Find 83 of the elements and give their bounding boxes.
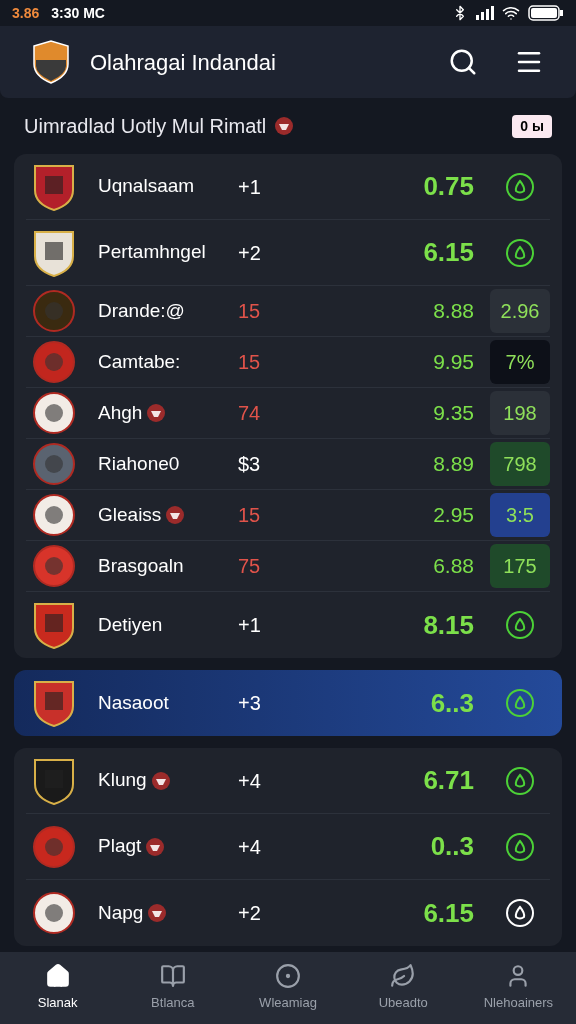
team-row[interactable]: Detiyen +1 8.15 — [26, 592, 550, 658]
team-row[interactable]: Napg +2 6.15 — [26, 880, 550, 946]
score: 9.95 — [433, 349, 474, 376]
rank-change: +1 — [238, 613, 262, 638]
rank-change: 15 — [238, 299, 262, 324]
team-row[interactable]: Riahone0 $3 8.89 798 — [26, 439, 550, 490]
score: 9.35 — [433, 400, 474, 427]
record-icon — [275, 963, 301, 990]
section-title: Uimradlad Uotly Mul Rimatl — [24, 114, 267, 139]
rank-change: +2 — [238, 240, 262, 266]
emblem-icon — [274, 116, 295, 136]
app-title: Olahragai Indandai — [90, 48, 277, 77]
wifi-icon — [502, 4, 520, 22]
score: 0.75 — [423, 170, 474, 203]
value-badge: 3:5 — [490, 493, 550, 537]
nav-tab[interactable]: Ubeadto — [345, 963, 461, 1013]
home-icon — [44, 963, 71, 990]
value-badge: 175 — [490, 544, 550, 588]
rank-change: $3 — [238, 452, 262, 477]
value-badge: 2.96 — [490, 289, 550, 333]
team-row[interactable]: Klung +4 6.71 — [26, 748, 550, 814]
circle-icon[interactable] — [505, 237, 535, 268]
value-badge: 7% — [490, 340, 550, 384]
value-badge: 198 — [490, 391, 550, 435]
status-carrier: 3:30 MC — [51, 3, 105, 23]
rank-change: 75 — [238, 554, 262, 579]
team-name: Nasaoot — [98, 690, 169, 715]
score: 8.89 — [433, 451, 474, 478]
team-name: Riahone0 — [98, 451, 180, 476]
team-row[interactable]: Drande:@ 15 8.88 2.96 — [26, 286, 550, 337]
team-row[interactable]: Gleaiss 15 2.95 3:5 — [26, 490, 550, 541]
rank-change: +2 — [238, 901, 262, 926]
team-name: Napg — [98, 900, 144, 925]
team-row[interactable]: Uqnalsaam +1 0.75 — [26, 154, 550, 220]
score: 8.88 — [433, 298, 474, 325]
circle-icon[interactable] — [505, 831, 535, 862]
search-icon[interactable] — [448, 47, 478, 77]
score: 0..3 — [430, 830, 474, 863]
team-row[interactable]: Brasgoaln 75 6.88 175 — [26, 541, 550, 592]
nav-tab[interactable]: Slanak — [0, 963, 116, 1013]
team-name: Brasgoaln — [98, 553, 184, 578]
battery-icon — [528, 5, 564, 21]
team-row[interactable]: Ahgh 74 9.35 198 — [26, 388, 550, 439]
score: 6.71 — [423, 764, 474, 797]
rank-change: 15 — [238, 503, 262, 528]
score: 6.15 — [423, 896, 474, 930]
score: 8.15 — [423, 608, 474, 642]
rank-change: +1 — [238, 174, 262, 200]
logo-icon — [32, 40, 70, 84]
team-name: Gleaiss — [98, 502, 162, 527]
score: 6.15 — [423, 236, 474, 269]
team-name: Detiyen — [98, 612, 163, 637]
leaf-icon — [390, 963, 417, 990]
book-icon — [159, 963, 186, 990]
team-row[interactable]: Camtabe: 15 9.95 7% — [26, 337, 550, 388]
rank-change: 74 — [238, 401, 262, 426]
team-row[interactable]: Nasaoot +3 6..3 — [26, 670, 550, 736]
team-row[interactable]: Pertamhngel +2 6.15 — [26, 220, 550, 286]
rank-change: +4 — [238, 834, 262, 860]
signal-icon — [476, 6, 494, 20]
score: 6..3 — [430, 686, 474, 720]
rank-change: +4 — [238, 768, 262, 794]
team-name: Klung — [98, 768, 147, 793]
team-name: Drande:@ — [98, 298, 185, 323]
team-name: Pertamhngel — [98, 240, 206, 265]
value-badge: 798 — [490, 442, 550, 486]
team-name: Uqnalsaam — [98, 174, 195, 199]
rank-change: +3 — [238, 691, 262, 716]
nav-tab[interactable]: Nlehoainers — [460, 963, 576, 1013]
team-name: Plagt — [98, 834, 142, 859]
team-name: Camtabe: — [98, 349, 181, 374]
score: 2.95 — [433, 502, 474, 529]
rank-change: 15 — [238, 350, 262, 375]
team-name: Ahgh — [98, 400, 143, 425]
status-time: 3.86 — [12, 3, 40, 23]
circle-icon[interactable] — [505, 171, 535, 202]
nav-tab[interactable]: Btlanca — [115, 963, 231, 1013]
score: 6.88 — [433, 553, 474, 580]
nav-tab[interactable]: Wleamiag — [230, 963, 346, 1013]
circle-icon[interactable] — [505, 610, 535, 640]
count-badge: 0 ы — [512, 114, 552, 138]
team-row[interactable]: Plagt +4 0..3 — [26, 814, 550, 880]
circle-icon[interactable] — [505, 765, 535, 796]
